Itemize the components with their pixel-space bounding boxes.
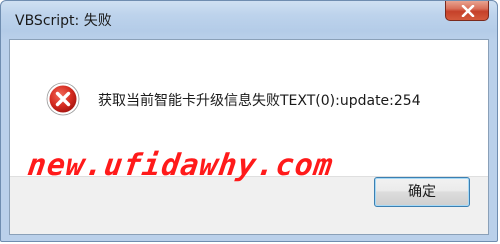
message-dialog: VBScript: 失败 获取当前智能卡升级信息失败TEXT(0):update… xyxy=(0,0,498,242)
close-button[interactable] xyxy=(445,1,489,21)
dialog-body: 获取当前智能卡升级信息失败TEXT(0):update:254 new.ufid… xyxy=(9,39,489,235)
title-bar[interactable]: VBScript: 失败 xyxy=(1,1,497,39)
watermark-text: new.ufidawhy.com xyxy=(25,148,336,183)
ok-button[interactable]: 确定 xyxy=(374,177,470,207)
error-message: 获取当前智能卡升级信息失败TEXT(0):update:254 xyxy=(98,93,421,109)
window-title: VBScript: 失败 xyxy=(15,13,112,29)
error-icon xyxy=(46,82,80,116)
close-icon xyxy=(461,5,475,17)
